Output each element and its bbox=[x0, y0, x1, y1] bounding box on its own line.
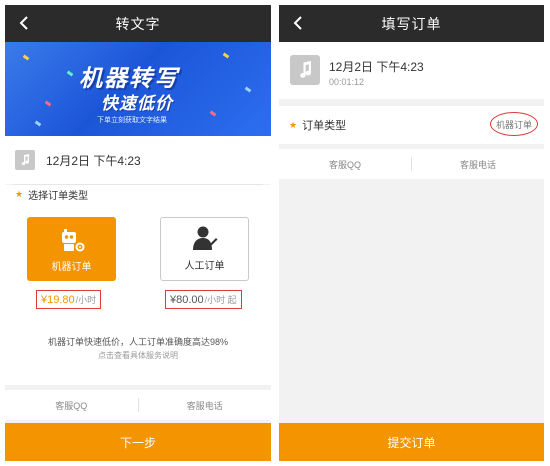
order-type-heading: ★ 订单类型 bbox=[289, 117, 346, 133]
submit-order-button[interactable]: 提交订单 bbox=[279, 423, 544, 461]
back-button[interactable] bbox=[11, 10, 37, 36]
contact-row: 客服QQ 客服电话 bbox=[279, 149, 544, 179]
human-price-amount: ¥80.00 bbox=[170, 293, 204, 306]
customer-service-phone-button[interactable]: 客服电话 bbox=[412, 149, 544, 179]
promo-banner: 机器转写 快速低价 下单立刻获取文字结果 bbox=[5, 42, 271, 136]
human-order-label: 人工订单 bbox=[184, 261, 225, 272]
back-icon bbox=[293, 16, 302, 30]
banner-title: 机器转写 bbox=[79, 65, 179, 91]
machine-price-unit: /小时 bbox=[75, 295, 97, 305]
title-bar: 转文字 bbox=[5, 5, 271, 42]
machine-price: ¥19.80 /小时 bbox=[36, 290, 102, 309]
human-price-unit: /小时 起 bbox=[204, 295, 237, 305]
next-step-button[interactable]: 下一步 bbox=[5, 423, 271, 461]
title-bar: 填写订单 bbox=[279, 5, 544, 42]
banner-caption: 下单立刻获取文字结果 bbox=[97, 117, 167, 124]
star-icon: ★ bbox=[15, 189, 24, 199]
human-order-option[interactable]: 人工订单 bbox=[160, 217, 249, 281]
order-type-value[interactable]: 机器订单 bbox=[490, 112, 538, 136]
order-description: 机器订单快速低价，人工订单准确度高达98% bbox=[47, 337, 228, 347]
customer-service-qq-button[interactable]: 客服QQ bbox=[279, 149, 411, 179]
order-type-label: 选择订单类型 bbox=[28, 191, 89, 202]
audio-item[interactable]: 12月2日 下午4:23 00:01:12 bbox=[279, 42, 544, 99]
audio-item[interactable]: 12月2日 下午4:23 bbox=[5, 136, 271, 184]
order-type-heading: ★ 选择订单类型 bbox=[15, 187, 88, 202]
left-screen: 转文字 机器转写 快速低价 下单立刻获取文字结果 12月2日 下午4:23 ★ … bbox=[5, 5, 271, 461]
robot-icon bbox=[61, 229, 84, 252]
right-screen: 填写订单 12月2日 下午4:23 00:01:12 ★ 订单类型 机器订单 客… bbox=[279, 5, 544, 461]
customer-service-phone-button[interactable]: 客服电话 bbox=[139, 390, 272, 420]
page-title: 填写订单 bbox=[381, 15, 442, 32]
order-type-section: ★ 选择订单类型 机器订单 人工订单 ¥19.80 /小时 ¥80.00 /小时… bbox=[5, 185, 271, 385]
order-type-label: 订单类型 bbox=[302, 120, 347, 132]
music-note-icon bbox=[290, 55, 320, 85]
star-icon: ★ bbox=[289, 119, 298, 130]
screenshot-frame: 转文字 机器转写 快速低价 下单立刻获取文字结果 12月2日 下午4:23 ★ … bbox=[0, 0, 550, 466]
service-details-link[interactable]: 点击查看具体服务说明 bbox=[5, 350, 271, 361]
human-price: ¥80.00 /小时 起 bbox=[165, 290, 242, 309]
contact-row: 客服QQ 客服电话 bbox=[5, 390, 271, 420]
audio-date: 12月2日 下午4:23 bbox=[329, 60, 424, 74]
machine-order-option[interactable]: 机器订单 bbox=[27, 217, 116, 281]
machine-order-label: 机器订单 bbox=[51, 262, 92, 273]
back-button[interactable] bbox=[285, 10, 311, 36]
page-title: 转文字 bbox=[115, 15, 161, 32]
customer-service-qq-button[interactable]: 客服QQ bbox=[5, 390, 138, 420]
music-note-icon bbox=[15, 150, 35, 170]
banner-subtitle: 快速低价 bbox=[101, 94, 173, 113]
machine-price-amount: ¥19.80 bbox=[41, 293, 75, 306]
order-type-row: ★ 订单类型 机器订单 bbox=[279, 106, 544, 144]
audio-date: 12月2日 下午4:23 bbox=[46, 153, 141, 168]
back-icon bbox=[19, 16, 28, 30]
person-icon bbox=[192, 226, 217, 250]
audio-duration: 00:01:12 bbox=[329, 77, 365, 87]
